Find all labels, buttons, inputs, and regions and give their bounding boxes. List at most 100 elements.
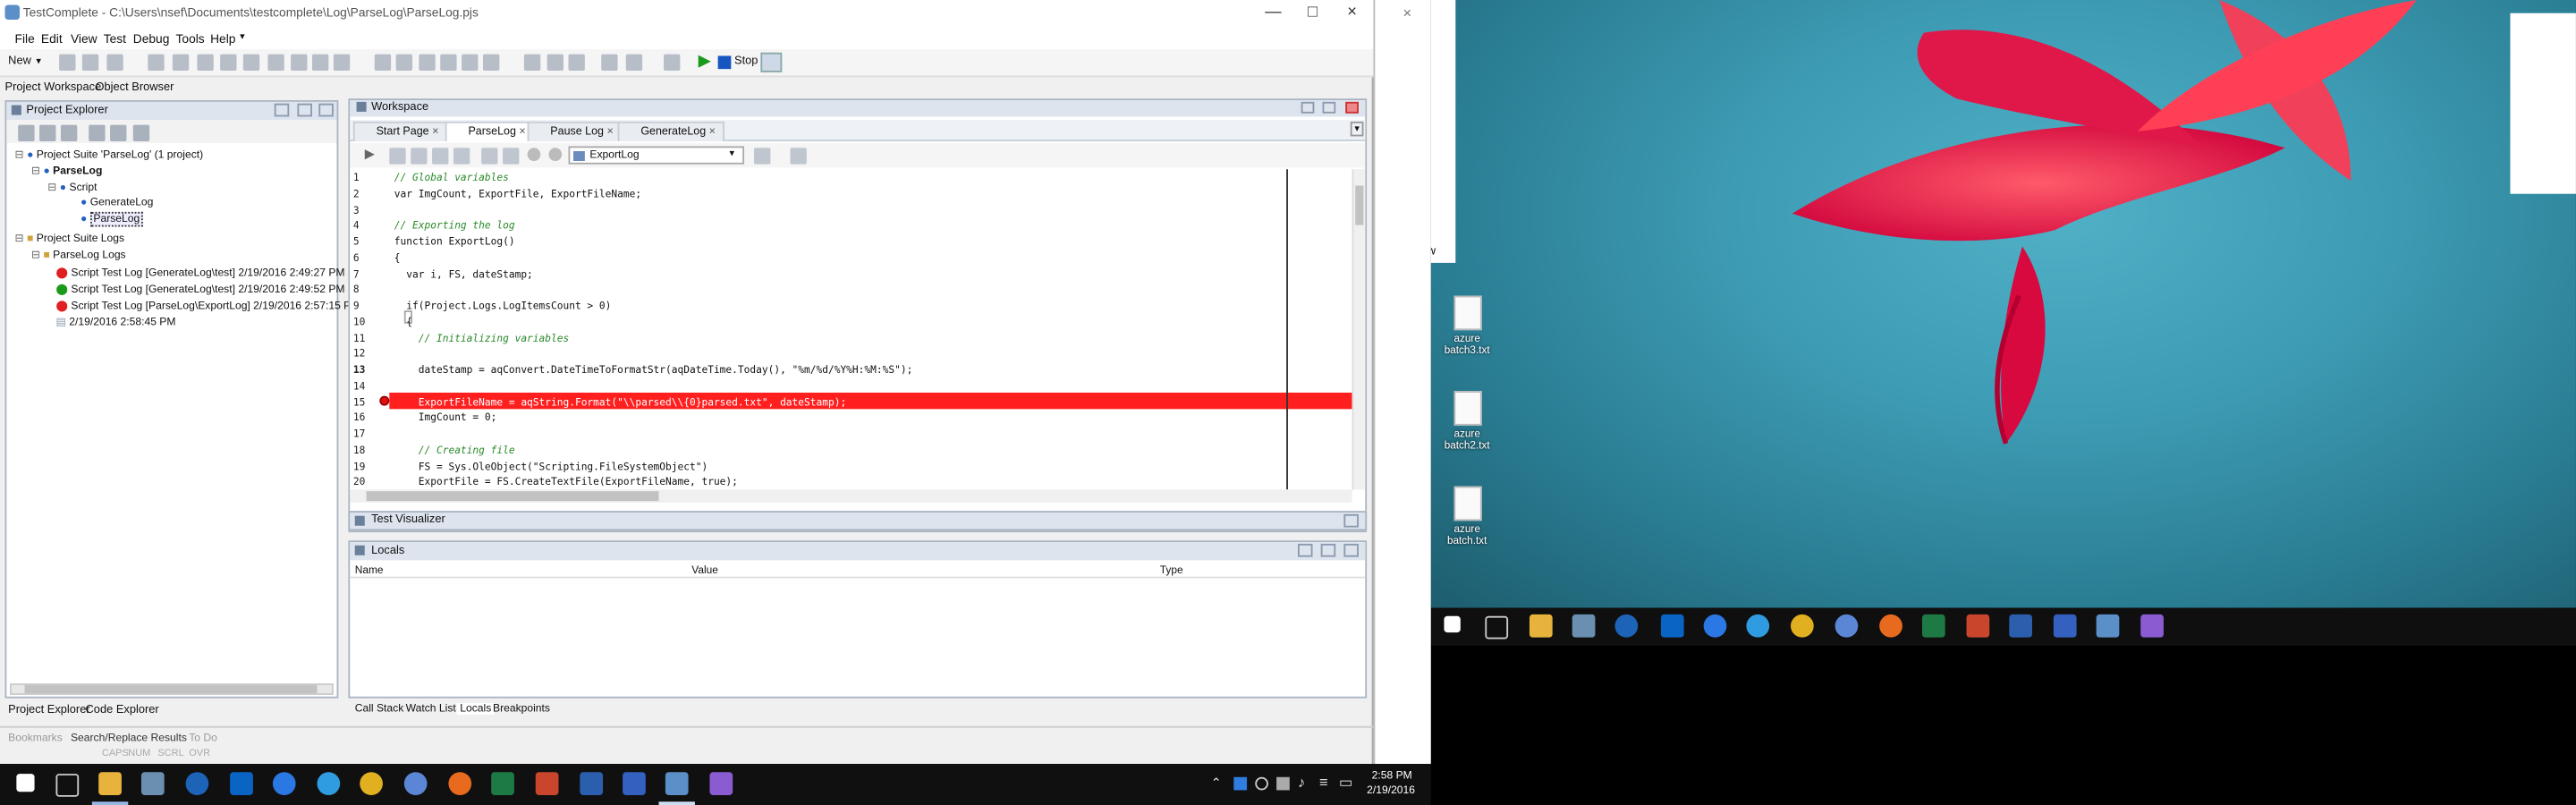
maximize-icon[interactable]: □ bbox=[1301, 4, 1325, 23]
run-icon[interactable] bbox=[172, 54, 190, 71]
network-icon[interactable]: ≡ bbox=[1319, 774, 1328, 790]
tree-node-log-4[interactable]: ▤ 2/19/2016 2:58:45 PM bbox=[55, 316, 175, 328]
tool-icon[interactable] bbox=[60, 124, 78, 141]
file-explorer-icon[interactable] bbox=[98, 772, 122, 795]
tree-node-script[interactable]: ⊟ ● Script bbox=[47, 181, 97, 194]
volume-icon[interactable]: ♪ bbox=[1298, 774, 1305, 790]
app-icon[interactable] bbox=[140, 772, 165, 795]
tray-icon[interactable] bbox=[1255, 776, 1268, 791]
chevron-down-icon[interactable]: ▾ bbox=[36, 55, 41, 67]
testcomplete-icon[interactable] bbox=[2096, 614, 2120, 638]
open-icon[interactable] bbox=[59, 54, 76, 71]
close-icon[interactable] bbox=[1343, 543, 1359, 557]
pin-icon[interactable] bbox=[1320, 543, 1336, 557]
routine-select[interactable]: ExportLog ▾ bbox=[568, 146, 745, 165]
tab-generatelog[interactable]: GenerateLog × bbox=[617, 121, 724, 141]
tab-start-page[interactable]: Start Page × bbox=[352, 121, 447, 141]
notification-icon[interactable]: ▭ bbox=[1339, 774, 1353, 792]
breakpoint-toggle-icon[interactable] bbox=[527, 148, 541, 161]
grid-icon[interactable] bbox=[311, 54, 329, 71]
chrome-icon[interactable] bbox=[1791, 614, 1814, 638]
save-all-icon[interactable] bbox=[106, 54, 123, 71]
firefox-icon[interactable] bbox=[1879, 614, 1902, 638]
visual-studio-icon[interactable] bbox=[709, 772, 733, 795]
tab-call-stack[interactable]: Call Stack bbox=[355, 703, 404, 715]
chrome-icon[interactable] bbox=[360, 772, 383, 795]
tool-icon[interactable] bbox=[547, 54, 564, 71]
tree-node-parselog-logs[interactable]: ⊟ ■ ParseLog Logs bbox=[31, 248, 126, 261]
pause-icon[interactable] bbox=[148, 54, 165, 71]
tab-breakpoints[interactable]: Breakpoints bbox=[493, 703, 550, 715]
tool-icon[interactable] bbox=[503, 148, 520, 165]
tab-parselog[interactable]: ParseLog × bbox=[445, 121, 534, 141]
firefox-icon[interactable] bbox=[448, 772, 472, 795]
test-visualizer-panel[interactable]: Test Visualizer bbox=[348, 511, 1368, 531]
layout-icon[interactable] bbox=[242, 54, 260, 71]
desktop-icon-batch[interactable]: azure batch.txt bbox=[1434, 486, 1499, 547]
chrome-canary-icon[interactable] bbox=[1835, 614, 1859, 638]
vertical-scrollbar[interactable] bbox=[1352, 169, 1366, 490]
menu-test[interactable]: Test bbox=[104, 31, 126, 47]
view-icon[interactable] bbox=[333, 54, 351, 71]
tool-icon[interactable] bbox=[790, 148, 807, 165]
ie-icon[interactable] bbox=[1746, 614, 1770, 638]
code-editor[interactable]: 1 // Global variables 2 var ImgCount, Expor… bbox=[350, 169, 1352, 490]
copy-icon[interactable] bbox=[440, 54, 457, 71]
play-icon[interactable]: ▶ bbox=[699, 53, 711, 71]
word-icon[interactable] bbox=[2009, 614, 2032, 638]
tab-bookmarks[interactable]: Bookmarks bbox=[8, 733, 63, 744]
tree-node-log-2[interactable]: ⬤ Script Test Log [GenerateLog\test] 2/1… bbox=[55, 283, 344, 296]
undo-icon[interactable] bbox=[374, 54, 392, 71]
menu-tools[interactable]: Tools bbox=[176, 31, 205, 47]
tree-node-log-3[interactable]: ⬤ Script Test Log [ParseLog\ExportLog] 2… bbox=[55, 299, 360, 312]
file-explorer-icon[interactable] bbox=[1529, 614, 1553, 638]
column-name[interactable]: Name bbox=[355, 565, 384, 577]
excel-icon[interactable] bbox=[491, 772, 514, 795]
edge-icon[interactable] bbox=[272, 772, 296, 795]
close-icon[interactable]: × bbox=[1341, 4, 1364, 23]
tool-icon[interactable] bbox=[625, 54, 643, 71]
close-icon[interactable] bbox=[318, 103, 334, 117]
excel-icon[interactable] bbox=[1921, 614, 1945, 638]
restore-icon[interactable] bbox=[1301, 101, 1315, 114]
menu-file[interactable]: File bbox=[15, 31, 35, 47]
window-icon[interactable] bbox=[267, 54, 284, 71]
ie-icon[interactable] bbox=[317, 772, 341, 795]
tab-project-explorer[interactable]: Project Explorer bbox=[8, 705, 89, 716]
stop-button[interactable]: Stop bbox=[734, 55, 758, 67]
word-icon[interactable] bbox=[580, 772, 604, 795]
outlook-icon[interactable] bbox=[1660, 614, 1684, 638]
tray-icon[interactable] bbox=[1233, 776, 1248, 791]
play-icon[interactable]: ▶ bbox=[365, 146, 375, 161]
tool-icon[interactable] bbox=[389, 148, 406, 165]
skype-icon[interactable] bbox=[185, 772, 209, 795]
desktop-icon-batch3[interactable]: azure batch3.txt bbox=[1434, 295, 1499, 357]
task-view-icon[interactable] bbox=[55, 774, 80, 797]
tree-node-parselog-project[interactable]: ⊟ ● ParseLog bbox=[31, 165, 102, 178]
clock-time[interactable]: 2:58 PM bbox=[1372, 770, 1412, 782]
horizontal-scrollbar[interactable] bbox=[10, 683, 334, 695]
menu-overflow-icon[interactable]: ▾ bbox=[240, 31, 245, 43]
tab-pause-log[interactable]: Pause Log × bbox=[527, 121, 622, 141]
maximize-icon[interactable] bbox=[1322, 101, 1336, 114]
expand-icon[interactable] bbox=[1343, 513, 1359, 528]
column-value[interactable]: Value bbox=[691, 565, 718, 577]
tab-to-do[interactable]: To Do bbox=[189, 733, 217, 744]
edge-icon[interactable] bbox=[1703, 614, 1727, 638]
tool-icon[interactable] bbox=[601, 54, 618, 71]
powerpoint-icon[interactable] bbox=[1966, 614, 1990, 638]
visual-studio-icon[interactable] bbox=[2140, 614, 2164, 638]
tree-node-parselog[interactable]: ● ParseLog bbox=[80, 211, 143, 227]
step-icon[interactable] bbox=[197, 54, 214, 71]
help-icon[interactable] bbox=[1297, 543, 1313, 557]
delete-icon[interactable] bbox=[482, 54, 500, 71]
close-icon[interactable] bbox=[1345, 101, 1359, 114]
save-icon[interactable] bbox=[81, 54, 99, 71]
outlook-icon[interactable] bbox=[230, 772, 253, 795]
tray-icon[interactable] bbox=[1276, 776, 1290, 791]
app-icon[interactable] bbox=[2053, 614, 2077, 638]
menu-edit[interactable]: Edit bbox=[41, 31, 63, 47]
panel-icon[interactable] bbox=[291, 54, 308, 71]
tab-locals[interactable]: Locals bbox=[456, 703, 495, 715]
settings-icon[interactable] bbox=[664, 54, 681, 71]
